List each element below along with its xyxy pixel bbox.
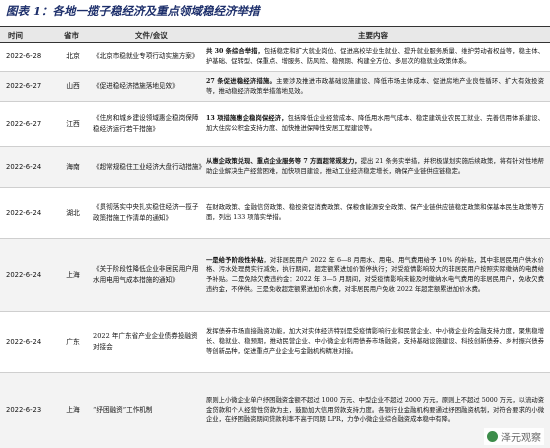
header-date: 时间	[8, 31, 23, 40]
row-date: 2022-6-23	[6, 406, 42, 415]
row-province: 上海	[66, 270, 80, 279]
row-content: 从惠企政策兑现、重点企业服务等 7 方面超常规发力，提出 21 条务实举措，并积…	[206, 147, 544, 187]
row-province: 海南	[66, 162, 80, 171]
row-date: 2022-6-27	[6, 119, 42, 128]
row-content-bold: 共 30 条综合举措，	[206, 47, 264, 55]
row-file: 《关于阶段性降低企业非居民用户用水用电用气成本措施的通知》	[93, 265, 199, 284]
header-file: 文件/会议	[135, 31, 168, 40]
row-content-bold: 13 项措施惠企稳岗保经济，	[206, 115, 288, 123]
table-row: 2022-6-24 广东 2022 年广东省产业企业债券投融资对接会 发挥债券市…	[0, 312, 550, 373]
row-file: “纾困融资”工作机制	[93, 406, 153, 415]
row-province: 广东	[66, 337, 80, 346]
row-date: 2022-6-28	[6, 52, 42, 61]
row-date: 2022-6-24	[6, 270, 42, 279]
row-file: 《住房和城乡建设领域惠企稳岗保障稳经济运行若干措施》	[93, 114, 199, 133]
table-header: 时间 省市 文件/会议 主要内容	[0, 26, 550, 43]
wechat-icon	[487, 431, 498, 442]
row-content-text: 原则上小微企业单户纾困融资金额不超过 1000 万元、中型企业不超过 2000 …	[206, 396, 544, 424]
row-date: 2022-6-24	[6, 208, 42, 217]
figure-title: 图表 1：各地一揽子稳经济及重点领域稳经济举措	[6, 4, 260, 18]
header-province: 省市	[64, 31, 79, 40]
header-content: 主要内容	[358, 31, 388, 40]
row-file: 《北京市稳就业专项行动实施方案》	[93, 52, 199, 61]
row-content: 发挥债券市场直接融资功能，加大对实体经济特别是受疫情影响行业和民营企业、中小微企…	[206, 312, 544, 372]
table-row: 2022-6-23 上海 “纾困融资”工作机制 原则上小微企业单户纾困融资金额不…	[0, 373, 550, 448]
row-province: 北京	[66, 52, 80, 61]
row-content-bold: 27 条促进稳经济措施。	[206, 77, 277, 85]
table-row: 2022-6-27 山西 《促进稳经济措施落地见效》 27 条促进稳经济措施。主…	[0, 72, 550, 102]
row-content: 共 30 条综合举措，包括稳定和扩大就业岗位、促进高校毕业生就业、提升就业服务质…	[206, 42, 544, 71]
table-row: 2022-6-24 湖北 《贯彻落实中央扎实稳住经济一揽子政策措施工作清单的通知…	[0, 188, 550, 239]
table-row: 2022-6-28 北京 《北京市稳就业专项行动实施方案》 共 30 条综合举措…	[0, 42, 550, 72]
table-row: 2022-6-27 江西 《住房和城乡建设领域惠企稳岗保障稳经济运行若干措施》 …	[0, 102, 550, 147]
row-date: 2022-6-27	[6, 82, 42, 91]
row-province: 上海	[66, 406, 80, 415]
row-province: 江西	[66, 119, 80, 128]
row-file: 《促进稳经济措施落地见效》	[93, 82, 179, 91]
row-content-text: 在财政政策、金融信贷政策、稳投资促消费政策、保粮食能源安全政策、保产业链供应链稳…	[206, 204, 544, 221]
row-content-bold: 一是给予阶段性补贴	[206, 256, 264, 264]
row-date: 2022-6-24	[6, 162, 42, 171]
row-province: 湖北	[66, 208, 80, 217]
watermark-text: 泽元观察	[501, 433, 541, 444]
table-row: 2022-6-24 上海 《关于阶段性降低企业非居民用户用水用电用气成本措施的通…	[0, 239, 550, 312]
watermark: 泽元观察	[484, 428, 544, 445]
row-content: 一是给予阶段性补贴，对非居民用户 2022 年 6—8 月用水、用电、用气费用给…	[206, 239, 544, 311]
row-province: 山西	[66, 82, 80, 91]
row-date: 2022-6-24	[6, 337, 42, 346]
row-content-bold: 从惠企政策兑现、重点企业服务等 7 方面超常规发力，	[206, 158, 361, 166]
row-content-text: 发挥债券市场直接融资功能，加大对实体经济特别是受疫情影响行业和民营企业、中小微企…	[206, 328, 544, 355]
table-row: 2022-6-24 海南 《超常规稳住工业经济大盘行动措施》 从惠企政策兑现、重…	[0, 147, 550, 188]
row-content: 13 项措施惠企稳岗保经济，包括降低企业经营成本、降低用水用气成本、稳定建筑业农…	[206, 102, 544, 146]
row-file: 2022 年广东省产业企业债券投融资对接会	[93, 332, 198, 351]
row-content: 27 条促进稳经济措施。主要涉及推进市政基础设施建设、降低市场主体成本、促进房地…	[206, 72, 544, 101]
row-file: 《超常规稳住工业经济大盘行动措施》	[93, 162, 206, 171]
row-content: 在财政政策、金融信贷政策、稳投资促消费政策、保粮食能源安全政策、保产业链供应链稳…	[206, 188, 544, 238]
row-file: 《贯彻落实中央扎实稳住经济一揽子政策措施工作清单的通知》	[93, 203, 199, 222]
